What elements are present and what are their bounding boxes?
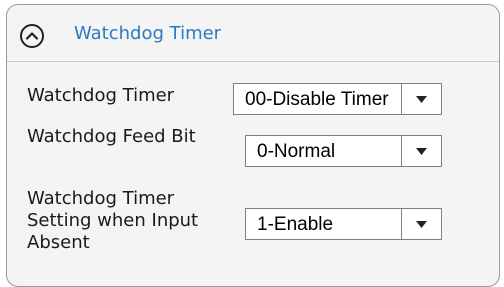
watchdog-feed-bit-label: Watchdog Feed Bit — [27, 126, 196, 147]
watchdog-timer-setting-label: Watchdog Timer Setting when Input Absent — [27, 188, 199, 253]
panel-header: Watchdog Timer — [7, 5, 499, 61]
watchdog-timer-setting-value: 1-Enable — [257, 214, 334, 235]
watchdog-timer-panel: Watchdog Timer Watchdog Timer 00-Disable… — [6, 4, 500, 287]
watchdog-timer-value: 00-Disable Timer — [245, 89, 389, 110]
watchdog-feed-bit-dropdown-button[interactable] — [401, 136, 441, 166]
chevron-up-icon — [25, 32, 39, 40]
watchdog-timer-dropdown-button[interactable] — [401, 84, 441, 114]
collapse-button[interactable] — [20, 24, 44, 48]
watchdog-timer-setting-dropdown-button[interactable] — [401, 209, 441, 239]
watchdog-timer-setting-select[interactable]: 1-Enable — [245, 208, 442, 240]
watchdog-feed-bit-select[interactable]: 0-Normal — [245, 135, 442, 167]
caret-down-icon — [416, 148, 427, 155]
watchdog-timer-select[interactable]: 00-Disable Timer — [233, 83, 442, 115]
caret-down-icon — [416, 221, 427, 228]
caret-down-icon — [416, 96, 427, 103]
panel-title: Watchdog Timer — [74, 23, 222, 44]
watchdog-timer-label: Watchdog Timer — [27, 85, 175, 106]
header-divider — [7, 61, 499, 62]
watchdog-feed-bit-value: 0-Normal — [257, 141, 336, 162]
